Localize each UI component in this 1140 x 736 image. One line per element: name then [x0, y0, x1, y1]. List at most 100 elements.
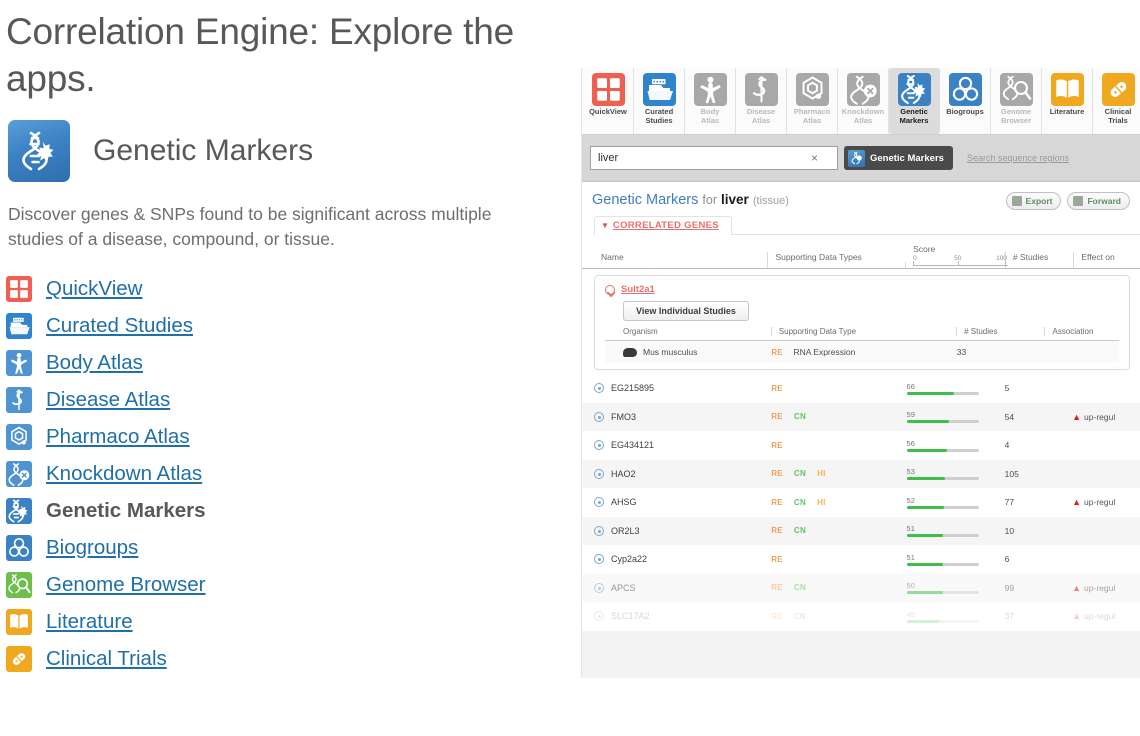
table-row[interactable]: FMO3 RECN 59 54 ▲ up-regul: [582, 403, 1140, 432]
app-nav-label[interactable]: Knockdown Atlas: [46, 462, 202, 486]
expand-icon[interactable]: [594, 526, 604, 536]
cell-name[interactable]: EG434121: [594, 440, 764, 450]
gene-name[interactable]: HAO2: [611, 469, 636, 479]
app-nav-label[interactable]: Literature: [46, 610, 133, 634]
view-individual-studies-button[interactable]: View Individual Studies: [623, 301, 749, 321]
cell-name[interactable]: FMO3: [594, 412, 764, 422]
product-screenshot: QuickView CuratedStudies BodyAtlas Disea…: [581, 68, 1140, 678]
table-row[interactable]: APCS RECN 50 99 ▲ up-regul: [582, 574, 1140, 603]
app-nav-label[interactable]: Curated Studies: [46, 314, 193, 338]
gene-name[interactable]: EG434121: [611, 440, 654, 450]
app-nav-label[interactable]: Body Atlas: [46, 351, 143, 375]
expanded-gene-header[interactable]: Sult2a1: [605, 284, 1119, 295]
gene-name[interactable]: APCS: [611, 583, 636, 593]
gene-name[interactable]: FMO3: [611, 412, 636, 422]
sub-column-header-association: Association: [1044, 327, 1119, 336]
cell-name[interactable]: Cyp2a22: [594, 554, 764, 564]
app-nav-item-genome-browser[interactable]: Genome Browser: [6, 566, 575, 603]
app-nav-item-quickview[interactable]: QuickView: [6, 270, 575, 307]
app-nav-item-disease-atlas[interactable]: Disease Atlas: [6, 381, 575, 418]
column-header-score-label: Score: [913, 244, 1008, 254]
export-button[interactable]: Export: [1006, 192, 1062, 210]
cell-name[interactable]: OR2L3: [594, 526, 764, 536]
table-row[interactable]: EG215895 RE 66 5: [582, 374, 1140, 403]
app-nav-item-body-atlas[interactable]: Body Atlas: [6, 344, 575, 381]
gene-name[interactable]: SLC17A2: [611, 611, 650, 621]
app-nav-item-pharmaco-atlas[interactable]: Pharmaco Atlas: [6, 418, 575, 455]
app-nav-item-biogroups[interactable]: Biogroups: [6, 529, 575, 566]
app-nav-label[interactable]: Genome Browser: [46, 573, 206, 597]
biogroups-icon: [949, 73, 982, 106]
gene-name[interactable]: EG215895: [611, 383, 654, 393]
toolbar-item-quickview[interactable]: QuickView: [583, 68, 634, 134]
toolbar-item-curated-studies[interactable]: CuratedStudies: [634, 68, 685, 134]
cell-supporting-data-types: RECN: [764, 412, 899, 421]
cell-name[interactable]: SLC17A2: [594, 611, 764, 621]
gene-name[interactable]: Cyp2a22: [611, 554, 647, 564]
export-icon: [1012, 196, 1022, 206]
table-row[interactable]: SLC17A2 RECN 45 37 ▲ up-regul: [582, 602, 1140, 631]
app-nav-item-curated-studies[interactable]: Curated Studies: [6, 307, 575, 344]
table-row[interactable]: AHSG RECNHI 52 77 ▲ up-regul: [582, 488, 1140, 517]
table-row[interactable]: HAO2 RECNHI 53 105: [582, 460, 1140, 489]
up-arrow-icon: ▲: [1072, 497, 1081, 507]
toolbar-item-literature[interactable]: Literature: [1042, 68, 1093, 134]
cell-score: 51: [900, 524, 998, 537]
toolbar-item-biogroups[interactable]: Biogroups: [940, 68, 991, 134]
quickview-icon: [592, 73, 625, 106]
cell-studies: 4: [998, 440, 1065, 450]
app-hero: Genetic Markers: [8, 120, 575, 182]
page-root: Correlation Engine: Explore the apps. Ge…: [0, 0, 1140, 736]
expand-icon[interactable]: [594, 412, 604, 422]
app-nav-item-literature[interactable]: Literature: [6, 603, 575, 640]
expand-icon[interactable]: [594, 554, 604, 564]
expanded-gene-name[interactable]: Sult2a1: [621, 284, 655, 295]
search-scope-button[interactable]: Genetic Markers: [844, 146, 953, 170]
expand-icon[interactable]: [594, 383, 604, 393]
toolbar-item-clinical-trials[interactable]: ClinicalTrials: [1093, 68, 1140, 134]
score-value: 53: [907, 467, 998, 476]
sub-cell-supporting: RE RNA Expression: [771, 347, 956, 357]
expand-icon[interactable]: [594, 440, 604, 450]
toolbar-item-genetic-markers[interactable]: GeneticMarkers: [889, 68, 940, 134]
expand-icon[interactable]: [594, 469, 604, 479]
expand-icon[interactable]: [594, 611, 604, 621]
results-app-name: Genetic Markers: [592, 192, 698, 208]
table-row[interactable]: Cyp2a22 RE 51 6: [582, 545, 1140, 574]
search-input[interactable]: [591, 148, 805, 168]
search-sequence-regions-link[interactable]: Search sequence regions: [967, 153, 1069, 163]
app-nav-item-clinical-trials[interactable]: Clinical Trials: [6, 640, 575, 677]
cell-name[interactable]: AHSG: [594, 497, 764, 507]
table-row[interactable]: EG434121 RE 56 4: [582, 431, 1140, 460]
collapse-icon[interactable]: [605, 285, 615, 295]
search-field-wrapper[interactable]: ×: [590, 146, 838, 170]
cell-score: 59: [900, 410, 998, 423]
expand-icon[interactable]: [594, 583, 604, 593]
app-nav-item-knockdown-atlas[interactable]: Knockdown Atlas: [6, 455, 575, 492]
app-nav-label[interactable]: Pharmaco Atlas: [46, 425, 190, 449]
forward-button[interactable]: Forward: [1067, 192, 1130, 210]
expand-icon[interactable]: [594, 497, 604, 507]
effect-label: up-regul: [1084, 611, 1115, 621]
genome-browser-icon: [1000, 73, 1033, 106]
table-row[interactable]: OR2L3 RECN 51 10: [582, 517, 1140, 546]
column-header-studies: # Studies: [1005, 252, 1074, 268]
score-value: 51: [907, 553, 998, 562]
app-nav-label[interactable]: Disease Atlas: [46, 388, 170, 412]
app-nav-label[interactable]: QuickView: [46, 277, 142, 301]
up-arrow-icon: ▲: [1072, 412, 1081, 422]
app-nav-label[interactable]: Biogroups: [46, 536, 138, 560]
app-description: Discover genes & SNPs found to be signif…: [8, 202, 543, 252]
tab-correlated-genes[interactable]: ▼ CORRELATED GENES: [594, 216, 732, 235]
cell-name[interactable]: HAO2: [594, 469, 764, 479]
gene-name[interactable]: OR2L3: [611, 526, 640, 536]
clear-search-icon[interactable]: ×: [805, 151, 824, 165]
cell-name[interactable]: APCS: [594, 583, 764, 593]
body-atlas-icon: [6, 350, 32, 376]
toolbar-item-knockdown-atlas: KnockdownAtlas: [838, 68, 889, 134]
gene-name[interactable]: AHSG: [611, 497, 637, 507]
app-nav-label[interactable]: Clinical Trials: [46, 647, 167, 671]
badge-cn: CN: [794, 583, 806, 592]
forward-icon: [1073, 196, 1083, 206]
cell-name[interactable]: EG215895: [594, 383, 764, 393]
